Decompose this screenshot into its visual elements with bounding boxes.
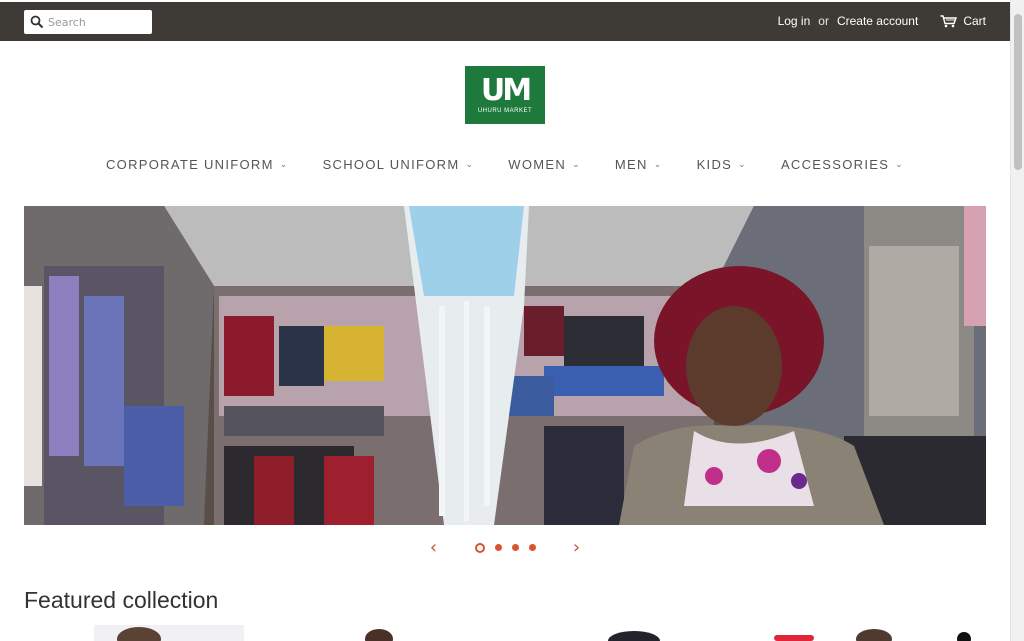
nav-label: WOMEN (508, 157, 567, 172)
product-image[interactable] (849, 625, 899, 641)
chevron-down-icon: ⌄ (572, 159, 581, 169)
login-link[interactable]: Log in (778, 14, 811, 28)
chevron-left-icon[interactable]: ‹ (424, 537, 444, 558)
nav-label: SCHOOL UNIFORM (322, 157, 460, 172)
product-image[interactable] (94, 625, 244, 641)
product-image[interactable] (604, 625, 664, 641)
chevron-right-icon[interactable]: › (567, 537, 587, 558)
slide-dots (470, 542, 541, 553)
nav-item-accessories[interactable]: ACCESSORIES ⌄ (781, 157, 904, 172)
slide-dot[interactable] (511, 544, 519, 551)
nav-item-women[interactable]: WOMEN ⌄ (508, 157, 581, 172)
product-image[interactable] (354, 625, 414, 641)
cart-icon (940, 14, 958, 27)
nav-item-men[interactable]: MEN ⌄ (615, 157, 663, 172)
nav-label: KIDS (696, 157, 733, 172)
cart-link[interactable]: Cart (940, 14, 986, 28)
product-image[interactable] (954, 625, 974, 641)
scrollbar-thumb[interactable] (1014, 14, 1022, 170)
search-input[interactable] (48, 13, 148, 31)
search-box[interactable] (24, 10, 152, 34)
account-links: Log in or Create account Cart (778, 14, 986, 28)
page-scrollbar[interactable] (1010, 0, 1024, 641)
site-logo[interactable]: UM UHURU MARKET (465, 66, 545, 124)
logo-mark: UM (480, 73, 532, 108)
slide-dot[interactable] (474, 542, 485, 553)
logo-text: UHURU MARKET (477, 108, 533, 114)
chevron-down-icon: ⌄ (279, 159, 289, 169)
main-nav: CORPORATE UNIFORM ⌄ SCHOOL UNIFORM ⌄ WOMEN… (0, 157, 1010, 172)
create-account-link[interactable]: Create account (837, 14, 918, 28)
slide-dot[interactable] (528, 544, 536, 551)
or-text: or (818, 14, 829, 28)
featured-collection-title: Featured collection (24, 587, 219, 613)
nav-item-corporate-uniform[interactable]: CORPORATE UNIFORM ⌄ (106, 157, 289, 172)
slideshow-controls: ‹ › (0, 537, 1010, 558)
cart-label: Cart (963, 14, 986, 28)
nav-item-kids[interactable]: KIDS ⌄ (697, 157, 747, 172)
product-image[interactable] (764, 625, 824, 641)
slide-dot[interactable] (494, 544, 502, 551)
chevron-down-icon: ⌄ (738, 159, 747, 169)
nav-label: CORPORATE UNIFORM (105, 157, 274, 172)
chevron-down-icon: ⌄ (465, 159, 475, 169)
product-grid (24, 625, 986, 641)
hero-slide-image[interactable] (24, 206, 986, 525)
search-icon[interactable] (30, 15, 44, 29)
nav-label: ACCESSORIES (780, 157, 890, 172)
nav-item-school-uniform[interactable]: SCHOOL UNIFORM ⌄ (323, 157, 475, 172)
nav-label: MEN (614, 157, 648, 172)
chevron-down-icon: ⌄ (895, 159, 905, 169)
chevron-down-icon: ⌄ (653, 159, 663, 169)
top-bar: Log in or Create account Cart (0, 2, 1010, 41)
